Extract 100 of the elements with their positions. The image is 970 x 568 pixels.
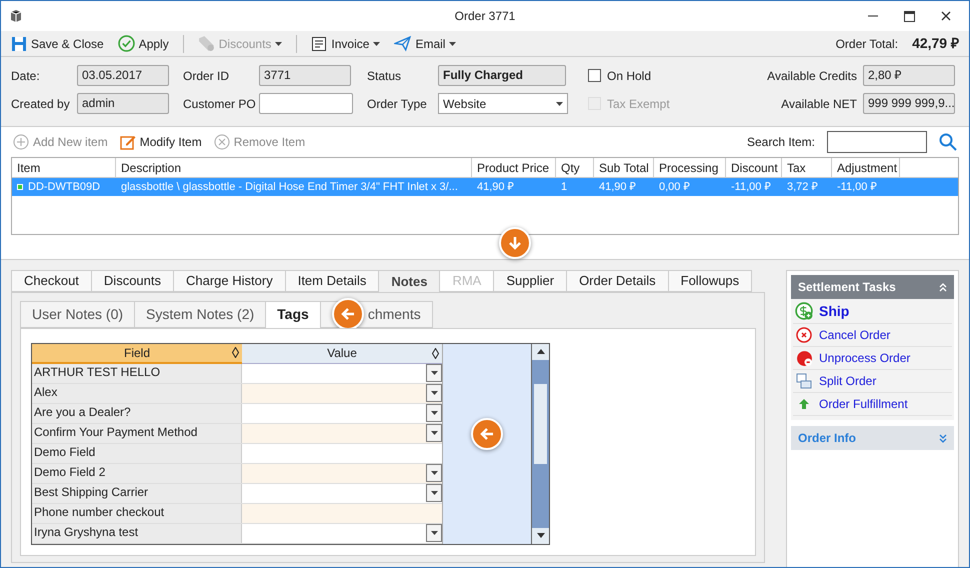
table-cell-text: glassbottle \ glassbottle - Digital Hose End Timer 3/4" FHT Inlet x 3/...: [120, 180, 459, 195]
check-circle-icon: [118, 35, 135, 52]
column-header[interactable]: Product Price: [472, 158, 556, 177]
value-field[interactable]: [242, 424, 442, 442]
column-header[interactable]: Description: [116, 158, 472, 177]
subtab[interactable]: chments: [320, 300, 433, 328]
column-title: Field: [124, 344, 150, 362]
task-link[interactable]: Cancel Order: [793, 324, 952, 347]
column-header[interactable]: Sub Total: [594, 158, 654, 177]
column-title: Value: [327, 345, 357, 362]
task-link[interactable]: Unprocess Order: [793, 347, 952, 370]
field-label: Available NET: [781, 96, 858, 112]
subtab[interactable]: Tags: [265, 300, 321, 328]
caret-icon: [430, 410, 438, 414]
value-field[interactable]: [242, 504, 442, 522]
caret-icon: [430, 430, 438, 434]
table-cell: Phone number checkout: [32, 504, 242, 522]
panel-title: Order Info: [798, 430, 856, 447]
task-link[interactable]: Ship: [793, 299, 952, 324]
caret-icon: [430, 470, 438, 474]
field-label: Available Credits: [767, 68, 858, 84]
table-cell-text: 41,90 ₽: [598, 180, 637, 195]
customer-po-field[interactable]: [259, 93, 353, 114]
tab[interactable]: Item Details: [284, 270, 380, 292]
field-label: Status: [367, 68, 402, 84]
paper-plane-icon: [394, 35, 412, 52]
dropdown-button[interactable]: [426, 384, 442, 402]
table-cell-text: 3,72 ₽: [786, 180, 818, 195]
subtab[interactable]: User Notes (0): [20, 300, 136, 328]
search-icon[interactable]: [939, 133, 957, 151]
checkbox-label: On Hold: [607, 68, 652, 84]
tab[interactable]: Discounts: [90, 270, 174, 292]
column-header[interactable]: Item: [12, 158, 116, 177]
table-cell: Iryna Gryshyna test: [32, 524, 242, 542]
toolbar-button[interactable]: Apply: [118, 34, 169, 52]
caret-icon: [430, 390, 438, 394]
up-arrow-icon: [798, 398, 810, 410]
dropdown-button[interactable]: [426, 404, 442, 422]
table-cell: Best Shipping Carrier: [32, 484, 242, 502]
column-header[interactable]: Adjustment: [832, 158, 900, 177]
dropdown-button[interactable]: [426, 364, 442, 382]
table-cell: ARTHUR TEST HELLO: [32, 364, 242, 382]
search-field[interactable]: [827, 131, 927, 153]
document-icon: [311, 36, 328, 52]
panel-title: Settlement Tasks: [798, 279, 896, 296]
column-header[interactable]: Value: [242, 344, 442, 364]
dropdown-button[interactable]: [426, 464, 442, 482]
table-cell-text: 0,00 ₽: [658, 180, 690, 195]
value-field[interactable]: [242, 464, 442, 482]
field-label: Created by: [11, 96, 71, 112]
subtab[interactable]: System Notes (2): [134, 300, 266, 328]
scroll-up-icon[interactable]: [536, 349, 544, 354]
x-circle-icon: [214, 134, 230, 150]
scroll-down-icon[interactable]: [536, 533, 544, 538]
dropdown-button[interactable]: [426, 424, 442, 442]
table-cell: Demo Field 2: [32, 464, 242, 482]
expand-icon[interactable]: [939, 434, 947, 442]
scrollbar[interactable]: [531, 344, 549, 544]
checkbox[interactable]: [588, 69, 601, 82]
plus-circle-icon: [13, 134, 29, 150]
dropdown-button[interactable]: [426, 524, 442, 542]
field-label: Order ID: [183, 68, 230, 84]
column-header[interactable]: Discount: [726, 158, 782, 177]
order-type-dropdown[interactable]: Website: [438, 93, 568, 114]
table-cell-text: -11,00 ₽: [836, 180, 878, 195]
item-toolbar-button[interactable]: Modify Item: [120, 133, 202, 151]
value-field[interactable]: [242, 384, 442, 402]
caret-icon: [430, 490, 438, 494]
column-header[interactable]: Tax: [782, 158, 832, 177]
task-link[interactable]: Split Order: [793, 370, 952, 393]
app-icon: [9, 9, 23, 23]
caret-icon: [430, 370, 438, 374]
window-title: Order 3771: [454, 8, 516, 25]
tab[interactable]: Charge History: [173, 270, 286, 292]
maximize-icon[interactable]: [904, 10, 915, 22]
toolbar-button[interactable]: Email: [394, 34, 456, 52]
column-header[interactable]: Field: [32, 344, 242, 364]
tab[interactable]: Supplier: [493, 270, 568, 292]
sort-icon[interactable]: [432, 348, 439, 358]
column-header[interactable]: Qty: [556, 158, 594, 177]
split-icon: [796, 373, 812, 389]
field-label: Date:: [11, 68, 41, 84]
status-field: Fully Charged: [438, 65, 566, 86]
panel-header[interactable]: Settlement Tasks: [791, 275, 954, 299]
tab[interactable]: Followups: [668, 270, 752, 292]
task-link[interactable]: Order Fulfillment: [793, 393, 952, 416]
column-header[interactable]: Processing: [654, 158, 726, 177]
table-cell: Confirm Your Payment Method: [32, 424, 242, 442]
dropdown-button[interactable]: [426, 484, 442, 502]
sort-icon[interactable]: [232, 347, 239, 358]
tab[interactable]: Order Details: [566, 270, 669, 292]
dollar-plus-icon: [795, 302, 813, 320]
collapse-icon[interactable]: [939, 282, 947, 292]
tab[interactable]: Checkout: [11, 270, 92, 292]
order-id-field: 3771: [259, 65, 351, 86]
close-icon[interactable]: [941, 11, 951, 21]
toolbar-button[interactable]: Invoice: [311, 34, 380, 52]
caret-icon: [556, 102, 563, 106]
toolbar-button[interactable]: Save & Close: [11, 34, 104, 52]
table-cell: Demo Field: [32, 444, 242, 462]
